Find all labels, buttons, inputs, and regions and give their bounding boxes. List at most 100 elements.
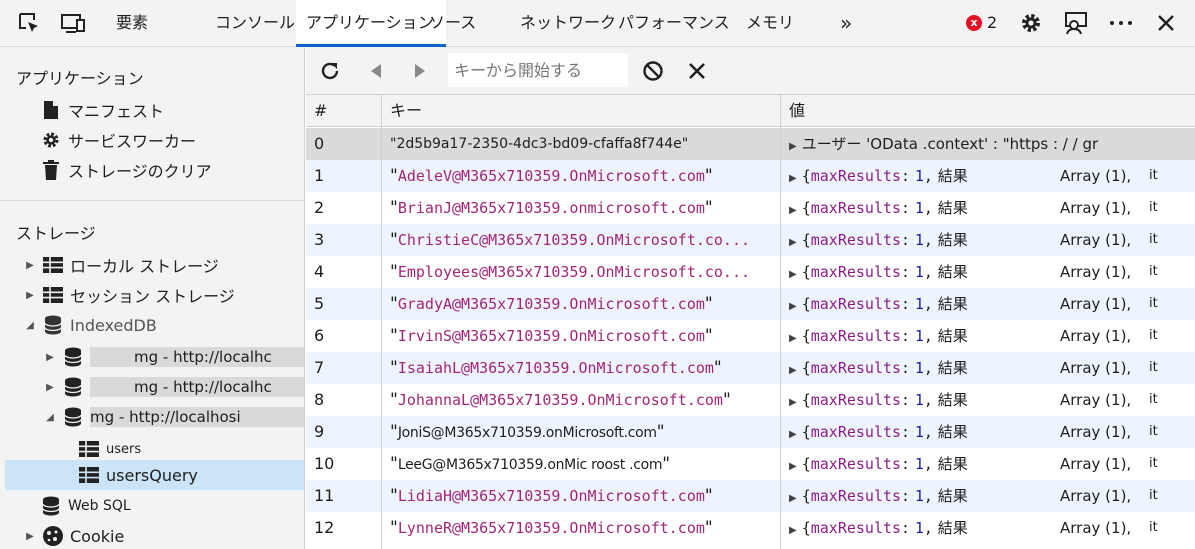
- table-row[interactable]: 7 "IsaiahL@M365x710359.OnMicrosoft.com" ▶ {…: [306, 352, 1195, 384]
- collapse-arrow-icon[interactable]: ◢: [24, 318, 36, 332]
- table-row[interactable]: 8 "JohannaL@M365x710359.OnMicrosoft.com" ▶…: [306, 384, 1195, 416]
- expand-arrow-icon[interactable]: ▶: [789, 525, 797, 536]
- value-number: 1: [914, 327, 924, 345]
- value-prop-name: maxResults: [810, 199, 902, 217]
- expand-arrow-icon[interactable]: ▶: [44, 380, 56, 394]
- row-value[interactable]: ▶ {maxResults: 1, 結果 Array (1), it: [789, 384, 1195, 416]
- clear-object-store-button[interactable]: [639, 57, 667, 85]
- sidebar-item-indexeddb[interactable]: ◢ IndexedDB: [24, 311, 157, 339]
- expand-arrow-icon[interactable]: ▶: [789, 333, 797, 344]
- tab-application[interactable]: アプリケーション: [296, 0, 446, 47]
- cookie-icon: [42, 525, 64, 547]
- row-value[interactable]: ▶ {maxResults: 1, 結果 Array (1), it: [789, 320, 1195, 352]
- tab-performance[interactable]: パフォーマンス: [618, 0, 730, 47]
- value-result-label: 結果: [937, 359, 968, 377]
- collapse-arrow-icon[interactable]: ◢: [44, 410, 56, 424]
- table-row[interactable]: 11 "LidiaH@M365x710359.OnMicrosoft.com" ▶ {…: [306, 480, 1195, 512]
- value-comma: ,: [923, 359, 933, 377]
- expand-arrow-icon[interactable]: ▶: [789, 205, 797, 216]
- sidebar-item-database-2[interactable]: ▶ mg - http://localhc: [44, 373, 304, 401]
- row-value[interactable]: ▶ {maxResults: 1, 結果 Array (1), it: [789, 512, 1195, 544]
- row-value[interactable]: ▶ {maxResults: 1, 結果 Array (1), it: [789, 352, 1195, 384]
- close-devtools-icon[interactable]: [1153, 11, 1179, 35]
- row-value[interactable]: ▶ {maxResults: 1, 結果 Array (1), it: [789, 224, 1195, 256]
- row-value[interactable]: ▶ {maxResults: 1, 結果 Array (1), it: [789, 288, 1195, 320]
- column-header-value[interactable]: 値: [781, 95, 805, 127]
- sidebar-item-service-workers[interactable]: サービスワーカー: [40, 126, 196, 154]
- value-prop-name: maxResults: [810, 359, 902, 377]
- row-key: "LeeG@M365x710359.onMic roost .com": [390, 448, 777, 480]
- table-row[interactable]: 1 "AdeleV@M365x710359.OnMicrosoft.com" ▶ {m…: [306, 160, 1195, 192]
- column-header-index[interactable]: #: [306, 95, 327, 127]
- row-value[interactable]: ▶ {maxResults: 1, 結果 Array (1), it: [789, 480, 1195, 512]
- expand-arrow-icon[interactable]: ▶: [44, 350, 56, 364]
- column-divider[interactable]: [381, 95, 382, 549]
- table-row[interactable]: 0 "2d5b9a17-2350-4dc3-bd09-cfaffa8f744e"…: [306, 128, 1195, 160]
- value-colon: :: [901, 167, 911, 185]
- expand-arrow-icon[interactable]: ▶: [789, 173, 797, 184]
- row-value[interactable]: ▶ {maxResults: 1, 結果 Array (1), it: [789, 256, 1195, 288]
- sidebar-item-local-storage[interactable]: ▶ ローカル ストレージ: [24, 251, 219, 279]
- table-row[interactable]: 2 "BrianJ@M365x710359.onmicrosoft.com" ▶ {m…: [306, 192, 1195, 224]
- row-value[interactable]: ▶ {maxResults: 1, 結果 Array (1), it: [789, 192, 1195, 224]
- tab-memory[interactable]: メモリ: [746, 0, 794, 47]
- expand-arrow-icon[interactable]: ▶: [789, 365, 797, 376]
- sidebar-item-session-storage[interactable]: ▶ セッション ストレージ: [24, 281, 235, 309]
- column-divider[interactable]: [780, 95, 781, 549]
- column-header-key[interactable]: キー: [382, 95, 422, 127]
- table-row[interactable]: 4 "Employees@M365x710359.OnMicrosoft.co..…: [306, 256, 1195, 288]
- row-value[interactable]: ▶ ユーザー 'OData .context' : "https : / / gr: [789, 128, 1195, 160]
- close-quote: ": [704, 518, 713, 538]
- tab-console[interactable]: コンソール: [215, 0, 295, 47]
- row-value[interactable]: ▶ {maxResults: 1, 結果 Array (1), it: [789, 416, 1195, 448]
- sidebar-item-websql[interactable]: Web SQL: [40, 492, 131, 520]
- table-row[interactable]: 9 "JoniS@M365x710359.onMicrosoft.com" ▶ {ma…: [306, 416, 1195, 448]
- table-row[interactable]: 12 "LynneR@M365x710359.OnMicrosoft.com" ▶ {…: [306, 512, 1195, 544]
- table-row[interactable]: 6 "IrvinS@M365x710359.OnMicrosoft.com" ▶ {m…: [306, 320, 1195, 352]
- tab-elements[interactable]: 要素: [116, 0, 148, 47]
- feedback-icon[interactable]: [1063, 11, 1089, 35]
- inspect-element-icon[interactable]: [16, 11, 42, 35]
- refresh-button[interactable]: [316, 57, 344, 85]
- database-icon: [62, 346, 84, 368]
- expand-arrow-icon[interactable]: ▶: [789, 301, 797, 312]
- sidebar-item-store-users[interactable]: users: [78, 435, 141, 463]
- delete-selected-button[interactable]: [683, 57, 711, 85]
- more-tabs-button[interactable]: »: [840, 0, 852, 47]
- row-value[interactable]: ▶ {maxResults: 1, 結果 Array (1), it: [789, 448, 1195, 480]
- row-value[interactable]: ▶ {maxResults: 1, 結果 Array (1), it: [789, 160, 1195, 192]
- open-quote: ": [390, 198, 398, 218]
- expand-arrow-icon[interactable]: ▶: [789, 461, 797, 472]
- settings-gear-icon[interactable]: [1018, 11, 1044, 35]
- sidebar-item-store-usersquery[interactable]: usersQuery: [78, 461, 198, 489]
- tab-network[interactable]: ネットワーク: [520, 0, 616, 47]
- table-row[interactable]: 5 "GradyA@M365x710359.OnMicrosoft.com" ▶ {m…: [306, 288, 1195, 320]
- expand-arrow-icon[interactable]: ▶: [789, 269, 797, 280]
- table-row[interactable]: 10 "LeeG@M365x710359.onMic roost .com" ▶ {m…: [306, 448, 1195, 480]
- error-count-badge[interactable]: x 2: [966, 13, 997, 32]
- value-comma: ,: [923, 231, 933, 249]
- row-index: 5: [314, 294, 325, 313]
- expand-arrow-icon[interactable]: ▶: [789, 141, 797, 152]
- sidebar-item-database-3[interactable]: ◢ mg - http://localhosi: [44, 403, 304, 431]
- sidebar-item-clear-storage[interactable]: ストレージのクリア: [40, 156, 212, 184]
- previous-page-button[interactable]: [362, 57, 390, 85]
- expand-arrow-icon[interactable]: ▶: [789, 397, 797, 408]
- more-options-icon[interactable]: [1108, 11, 1134, 35]
- sidebar-item-cookie[interactable]: ▶ Cookie: [24, 522, 124, 549]
- expand-arrow-icon[interactable]: ▶: [24, 258, 36, 272]
- table-row[interactable]: 3 "ChristieC@M365x710359.OnMicrosoft.co..…: [306, 224, 1195, 256]
- sidebar-item-manifest[interactable]: マニフェスト: [40, 96, 164, 124]
- start-from-key-input[interactable]: [448, 53, 628, 87]
- expand-arrow-icon[interactable]: ▶: [789, 429, 797, 440]
- expand-arrow-icon[interactable]: ▶: [789, 237, 797, 248]
- device-emulation-icon[interactable]: [60, 11, 86, 35]
- expand-arrow-icon[interactable]: ▶: [789, 493, 797, 504]
- value-result-label: 結果: [937, 519, 968, 537]
- sidebar-item-database-1[interactable]: ▶ mg - http://localhc: [44, 343, 304, 371]
- expand-arrow-icon[interactable]: ▶: [24, 529, 36, 543]
- tab-sources[interactable]: ソース: [429, 0, 476, 47]
- next-page-button[interactable]: [406, 57, 434, 85]
- value-prop-name: maxResults: [810, 487, 902, 505]
- expand-arrow-icon[interactable]: ▶: [24, 288, 36, 302]
